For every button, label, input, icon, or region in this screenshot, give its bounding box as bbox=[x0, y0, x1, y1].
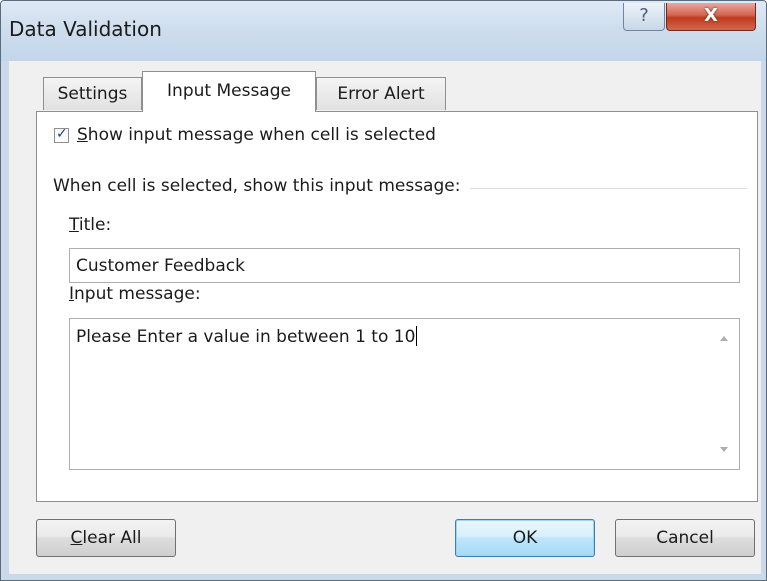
help-button[interactable]: ? bbox=[623, 3, 665, 31]
vertical-scrollbar[interactable] bbox=[710, 320, 738, 468]
ok-button[interactable]: OK bbox=[455, 519, 595, 557]
accelerator-key: T bbox=[69, 215, 79, 235]
show-input-message-checkbox[interactable]: ✓ bbox=[54, 126, 69, 143]
show-input-message-label[interactable]: Show input message when cell is selected bbox=[77, 125, 436, 145]
scroll-up-arrow-icon[interactable] bbox=[720, 336, 728, 341]
close-button[interactable]: X bbox=[666, 3, 756, 31]
accelerator-key: S bbox=[77, 125, 88, 145]
label-text: how input message when cell is selected bbox=[87, 125, 436, 145]
title-bar[interactable]: Data Validation ? X bbox=[1, 1, 766, 61]
tab-input-message[interactable]: Input Message bbox=[142, 71, 316, 112]
button-label: lear All bbox=[82, 528, 142, 548]
input-message-text[interactable]: Please Enter a value in between 1 to 10 bbox=[76, 326, 418, 347]
question-mark-icon: ? bbox=[639, 5, 649, 26]
input-message-textarea[interactable]: Please Enter a value in between 1 to 10 bbox=[69, 318, 740, 470]
input-message-panel: ✓ Show input message when cell is select… bbox=[36, 111, 758, 502]
checkmark-icon: ✓ bbox=[56, 126, 68, 142]
label-text: itle: bbox=[78, 215, 112, 235]
dialog-body: Settings Input Message Error Alert ✓ Sho… bbox=[9, 61, 761, 574]
data-validation-dialog: Data Validation ? X Settings Input Messa… bbox=[0, 0, 767, 581]
tab-strip: Settings Input Message Error Alert bbox=[9, 61, 761, 112]
title-input[interactable] bbox=[69, 248, 740, 283]
clear-all-button[interactable]: Clear All bbox=[36, 519, 176, 557]
title-label: Title: bbox=[69, 215, 111, 235]
tab-error-alert[interactable]: Error Alert bbox=[316, 77, 446, 110]
dialog-title: Data Validation bbox=[9, 17, 162, 41]
text-caret bbox=[416, 326, 418, 346]
group-label: When cell is selected, show this input m… bbox=[53, 176, 471, 196]
accelerator-key: C bbox=[70, 528, 83, 548]
cancel-button[interactable]: Cancel bbox=[615, 519, 755, 557]
input-message-value: Please Enter a value in between 1 to 10 bbox=[76, 327, 416, 347]
label-text: nput message: bbox=[74, 284, 201, 304]
tab-settings[interactable]: Settings bbox=[43, 77, 142, 110]
close-icon: X bbox=[704, 5, 718, 26]
input-message-label: Input message: bbox=[69, 284, 201, 304]
scroll-down-arrow-icon[interactable] bbox=[720, 447, 728, 452]
